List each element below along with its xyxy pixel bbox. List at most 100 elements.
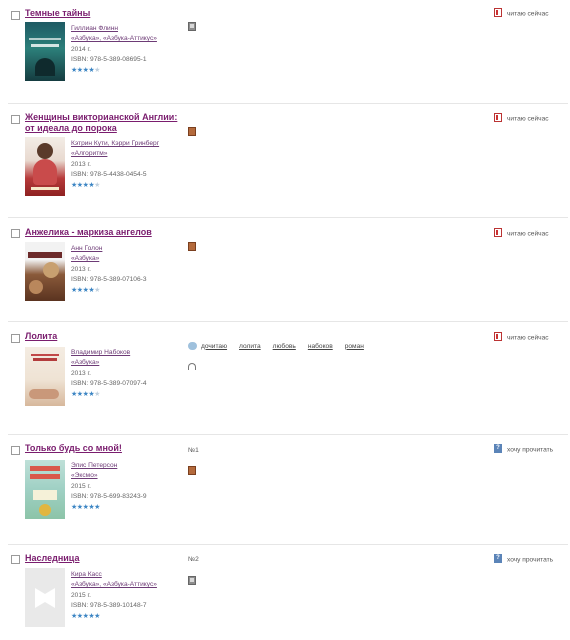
book-cover[interactable]: [25, 347, 65, 406]
select-checkbox[interactable]: [11, 555, 20, 564]
select-checkbox[interactable]: [11, 11, 20, 20]
paper-book-icon: [188, 242, 196, 251]
status-label[interactable]: читаю сейчас: [494, 332, 549, 342]
star-empty-icon: ★: [94, 181, 100, 189]
isbn: ISBN: 978-5-4438-0454-5: [71, 171, 147, 179]
tag-link[interactable]: роман: [345, 343, 364, 350]
book-title-line: Женщины викторианской Англии:: [25, 112, 178, 122]
publisher-link[interactable]: «Азбука», «Азбука-Аттикус»: [71, 580, 157, 590]
select-checkbox[interactable]: [11, 229, 20, 238]
status-text: читаю сейчас: [507, 230, 549, 238]
status-text: хочу прочитать: [507, 556, 554, 564]
rating-stars: ★★★★★: [71, 503, 147, 513]
book-meta: Кэтрин Кути, Кэрри Гринберг «Алгоритм» 2…: [71, 139, 159, 191]
author-link[interactable]: Кира Касс: [71, 570, 157, 580]
author-link[interactable]: Элис Петерсон: [71, 461, 147, 471]
isbn: ISBN: 978-5-389-07106-3: [71, 276, 147, 284]
entry-divider: [8, 217, 568, 218]
publisher-link[interactable]: «Азбука», «Азбука-Аттикус»: [71, 34, 157, 44]
status-label[interactable]: читаю сейчас: [494, 228, 549, 238]
isbn: ISBN: 978-5-699-83243-9: [71, 493, 147, 501]
want-to-read-icon: ?: [494, 554, 502, 563]
book-title-line: от идеала до порока: [25, 123, 117, 133]
tag-link[interactable]: лолита: [239, 343, 261, 350]
star-empty-icon: ★: [94, 66, 100, 74]
author-link[interactable]: Гиллиан Флинн: [71, 24, 157, 34]
book-title-link[interactable]: Лолита: [25, 331, 57, 342]
status-text: хочу прочитать: [507, 446, 554, 454]
book-title-link[interactable]: Только будь со мной!: [25, 443, 122, 454]
select-checkbox[interactable]: [11, 446, 20, 455]
entry-divider: [8, 544, 568, 545]
author-link[interactable]: Анн Голон: [71, 244, 147, 254]
rating-stars: ★★★★★: [71, 612, 157, 622]
entry-divider: [8, 434, 568, 435]
status-label[interactable]: читаю сейчас: [494, 8, 549, 18]
tags-icon: [188, 342, 197, 350]
book-meta: Анн Голон «Азбука» 2013 г. ISBN: 978-5-3…: [71, 244, 147, 296]
status-text: читаю сейчас: [507, 115, 549, 123]
reading-book-icon: [494, 8, 502, 17]
entry-divider: [8, 321, 568, 322]
publisher-link[interactable]: «Азбука»: [71, 358, 147, 368]
author-link[interactable]: Кэтрин Кути, Кэрри Гринберг: [71, 139, 159, 149]
paper-book-icon: [188, 466, 196, 475]
publication-year: 2013 г.: [71, 160, 91, 168]
status-text: читаю сейчас: [507, 334, 549, 342]
status-label[interactable]: читаю сейчас: [494, 113, 549, 123]
book-title-link[interactable]: Темные тайны: [25, 8, 90, 19]
publication-year: 2014 г.: [71, 45, 91, 53]
series-number: №1: [188, 447, 199, 454]
book-meta: Элис Петерсон «Эксмо» 2015 г. ISBN: 978-…: [71, 461, 147, 513]
book-meta: Кира Касс «Азбука», «Азбука-Аттикус» 201…: [71, 570, 157, 622]
select-checkbox[interactable]: [11, 115, 20, 124]
tag-link[interactable]: любовь: [273, 343, 296, 350]
select-checkbox[interactable]: [11, 334, 20, 343]
isbn: ISBN: 978-5-389-10148-7: [71, 602, 147, 610]
publication-year: 2015 г.: [71, 482, 91, 490]
book-cover[interactable]: [25, 137, 65, 196]
book-cover[interactable]: [25, 460, 65, 519]
star-empty-icon: ★: [94, 390, 100, 398]
paper-book-icon: [188, 127, 196, 136]
want-to-read-icon: ?: [494, 444, 502, 453]
rating-stars: ★★★★★: [71, 286, 147, 296]
book-title-link[interactable]: Наследница: [25, 553, 79, 564]
ebook-icon: [188, 22, 196, 31]
publication-year: 2013 г.: [71, 369, 91, 377]
status-label[interactable]: ? хочу прочитать: [494, 444, 554, 454]
author-link[interactable]: Владимир Набоков: [71, 348, 147, 358]
rating-stars: ★★★★★: [71, 181, 159, 191]
series-number: №2: [188, 556, 199, 563]
star-empty-icon: ★: [94, 286, 100, 294]
publisher-link[interactable]: «Эксмо»: [71, 471, 147, 481]
book-cover[interactable]: [25, 22, 65, 81]
tag-list: дочитаю лолита любовь набоков роман: [188, 342, 376, 350]
publisher-link[interactable]: «Азбука»: [71, 254, 147, 264]
ebook-icon: [188, 576, 196, 585]
reading-book-icon: [494, 228, 502, 237]
isbn: ISBN: 978-5-389-07097-4: [71, 380, 147, 388]
isbn: ISBN: 978-5-389-08695-1: [71, 56, 147, 64]
audiobook-icon: [188, 363, 196, 370]
publication-year: 2013 г.: [71, 265, 91, 273]
book-meta: Гиллиан Флинн «Азбука», «Азбука-Аттикус»…: [71, 24, 157, 76]
reading-book-icon: [494, 332, 502, 341]
book-title-link[interactable]: Женщины викторианской Англии: от идеала …: [25, 112, 177, 134]
star-filled-icon: ★: [94, 612, 100, 620]
rating-stars: ★★★★★: [71, 390, 147, 400]
tag-link[interactable]: набоков: [308, 343, 333, 350]
book-cover-placeholder[interactable]: [25, 568, 65, 627]
reading-book-icon: [494, 113, 502, 122]
publisher-link[interactable]: «Алгоритм»: [71, 149, 159, 159]
entry-divider: [8, 103, 568, 104]
tag-link[interactable]: дочитаю: [201, 343, 227, 350]
book-meta: Владимир Набоков «Азбука» 2013 г. ISBN: …: [71, 348, 147, 400]
rating-stars: ★★★★★: [71, 66, 157, 76]
publication-year: 2015 г.: [71, 591, 91, 599]
star-filled-icon: ★: [94, 503, 100, 511]
book-title-link[interactable]: Анжелика - маркиза ангелов: [25, 227, 152, 238]
book-cover[interactable]: [25, 242, 65, 301]
status-label[interactable]: ? хочу прочитать: [494, 554, 554, 564]
status-text: читаю сейчас: [507, 10, 549, 18]
